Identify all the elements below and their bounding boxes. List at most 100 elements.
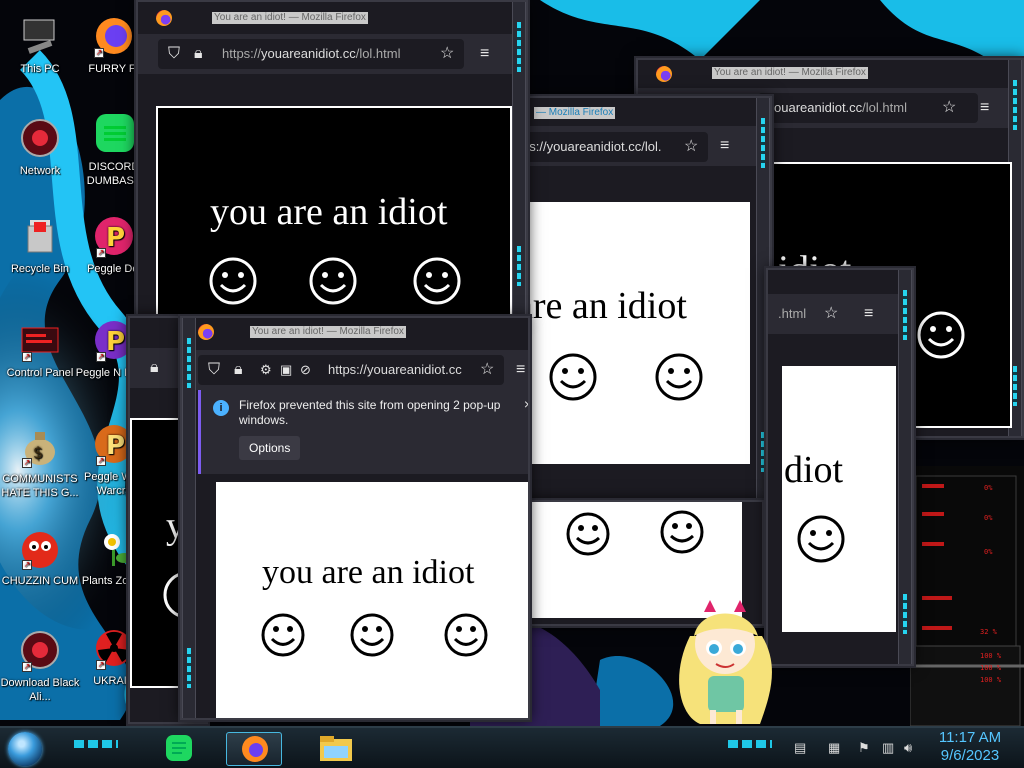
url-text: https://youareanidiot.cc	[328, 362, 462, 377]
window-titlebar[interactable]: — Mozilla Firefox	[510, 98, 770, 126]
taskbar: ▤ ▦ ⚑ ▥ 🔊︎ 11:17 AM 9/6/2023	[0, 726, 1024, 768]
control-panel-icon: ↗	[18, 318, 62, 362]
desktop-icon-this-pc[interactable]: This PC	[0, 14, 80, 76]
file-explorer-icon	[320, 736, 352, 761]
system-clock[interactable]: 11:17 AM 9/6/2023	[930, 729, 1010, 765]
smiley-face-icon	[444, 613, 488, 657]
hud-readout: 32 %	[980, 628, 997, 636]
volume-icon[interactable]: 🔊︎	[904, 740, 912, 756]
options-button[interactable]: Options	[239, 436, 301, 460]
url-host: ouareanidiot.cc	[774, 100, 863, 115]
firefox-icon	[156, 10, 172, 26]
page-content: you are an idiot	[216, 482, 528, 718]
computer-icon	[18, 14, 62, 58]
hud-readout: 100 %	[980, 652, 1002, 660]
url-scheme: https://	[222, 46, 262, 61]
taskbar-pin-file-explorer[interactable]	[308, 732, 364, 766]
window-titlebar[interactable]: You are an idiot! — Mozilla Firefox	[138, 2, 526, 30]
smiley-face-icon	[655, 353, 703, 401]
menu-hamburger-icon[interactable]: ≡	[864, 305, 873, 323]
desktop-icon-recycle-bin[interactable]: Recycle Bin	[0, 214, 80, 276]
bookmark-star-icon[interactable]: ☆	[684, 138, 698, 156]
window-frame-left	[182, 318, 196, 718]
firefox-icon	[656, 66, 672, 82]
menu-hamburger-icon[interactable]: ≡	[480, 45, 489, 63]
cartoon-mascot-image	[679, 600, 772, 724]
menu-hamburger-icon[interactable]: ≡	[720, 137, 729, 155]
window-titlebar[interactable]: You are an idiot! — Mozilla Firefox	[182, 318, 528, 346]
svg-text:$: $	[33, 443, 43, 462]
svg-text:P: P	[106, 327, 125, 357]
display-icon[interactable]: ▥	[882, 740, 894, 756]
lock-icon[interactable]: 🔒︎	[234, 361, 243, 379]
download-icon: ↗	[18, 628, 62, 672]
network-icon	[18, 116, 62, 160]
desktop-icon-control-panel[interactable]: ↗ Control Panel	[0, 318, 80, 380]
hud-readout: 0%	[984, 514, 993, 522]
permissions-icon[interactable]: ⚙	[260, 361, 272, 379]
firefox-window-middle[interactable]: — Mozilla Firefox os://youareanidiot.cc/…	[508, 96, 772, 504]
desktop-icon-download-black-ali[interactable]: ↗ Download Black Ali...	[0, 628, 80, 704]
start-button[interactable]	[8, 732, 42, 766]
page-text: you are an idiot	[262, 554, 475, 591]
navigation-toolbar: .html ☆ ≡	[768, 294, 912, 334]
shield-icon[interactable]: ⛉	[208, 361, 220, 379]
bookmark-star-icon[interactable]: ☆	[824, 305, 838, 323]
smiley-face-icon	[797, 515, 845, 563]
tracking-blocked-icon[interactable]: ⊘	[300, 361, 311, 379]
menu-hamburger-icon[interactable]: ≡	[516, 361, 525, 379]
bookmark-star-icon[interactable]: ☆	[942, 99, 956, 117]
firefox-window-top-left[interactable]: You are an idiot! — Mozilla Firefox ⛉ 🔒︎…	[136, 0, 528, 318]
smiley-face-icon	[549, 353, 597, 401]
taskbar-accent	[74, 740, 118, 748]
lock-icon[interactable]: 🔒︎	[194, 45, 203, 63]
page-content: diot	[782, 366, 896, 632]
close-icon[interactable]: ×	[524, 396, 528, 412]
chuzzle-icon: ↗	[18, 526, 62, 570]
firefox-window-front[interactable]: You are an idiot! — Mozilla Firefox ⛉ 🔒︎…	[180, 316, 530, 720]
desktop-icon-network[interactable]: Network	[0, 116, 80, 178]
navigation-toolbar: ⛉ 🔒︎ ⚙ ▣ ⊘ https://youareanidiot.cc ☆ ≡	[182, 350, 528, 390]
window-title: You are an idiot! — Mozilla Firefox	[212, 12, 368, 24]
taskbar-accent	[728, 740, 772, 748]
network-status-icon[interactable]: ▦	[828, 740, 840, 756]
smiley-face-icon	[209, 257, 257, 305]
bookmark-star-icon[interactable]: ☆	[440, 45, 454, 63]
flag-icon[interactable]: ⚑	[858, 740, 870, 756]
menu-hamburger-icon[interactable]: ≡	[980, 99, 989, 117]
hud-readout: 100 %	[980, 664, 1002, 672]
window-title: You are an idiot! — Mozilla Firefox	[712, 67, 868, 79]
page-text: you are an idiot	[210, 191, 448, 233]
notification-message: Firefox prevented this site from opening…	[239, 398, 501, 427]
bookmark-star-icon[interactable]: ☆	[480, 361, 494, 379]
taskbar-pin-spotify[interactable]	[150, 732, 206, 766]
discord-icon	[92, 112, 136, 156]
money-bag-icon: $ ↗	[18, 424, 62, 468]
url-path: /lol.html	[862, 100, 907, 115]
desktop-icon-chuzzin[interactable]: ↗ CHUZZIN CUM	[0, 526, 80, 588]
url-path: /lol.html	[355, 46, 401, 61]
shield-icon[interactable]: ⛉	[168, 45, 180, 63]
peggle-icon: P ↗	[92, 214, 136, 258]
info-icon: i	[213, 400, 229, 416]
page-text: diot	[784, 449, 844, 491]
firefox-window-right-small[interactable]: .html ☆ ≡ diot	[766, 268, 914, 666]
window-titlebar[interactable]: You are an idiot! — Mozilla Firefox	[638, 60, 1022, 88]
smiley-face-icon	[309, 257, 357, 305]
recycle-bin-icon	[18, 214, 62, 258]
clock-date: 9/6/2023	[940, 747, 1000, 764]
url-bar[interactable]: ouareanidiot.cc/lol.html ☆	[758, 93, 978, 123]
clock-time: 11:17 AM	[938, 729, 1002, 746]
taskbar-pin-firefox[interactable]	[226, 732, 282, 766]
show-hidden-icons[interactable]: ▤	[794, 740, 806, 756]
page-content: you are an idiot	[156, 106, 512, 316]
firefox-icon	[198, 324, 214, 340]
url-bar[interactable]: os://youareanidiot.cc/lol. ☆	[512, 132, 708, 162]
desktop-icon-communists[interactable]: $ ↗ COMMUNISTS HATE THIS G...	[0, 424, 80, 500]
smiley-face-icon	[261, 613, 305, 657]
lock-icon[interactable]: 🔒︎	[150, 359, 159, 377]
svg-text:P: P	[106, 431, 125, 461]
url-bar[interactable]: ⛉ 🔒︎ https://youareanidiot.cc/lol.html ☆	[158, 39, 464, 69]
popup-blocked-icon[interactable]: ▣	[280, 361, 292, 379]
url-bar[interactable]: ⛉ 🔒︎ ⚙ ▣ ⊘ https://youareanidiot.cc ☆	[198, 355, 504, 385]
